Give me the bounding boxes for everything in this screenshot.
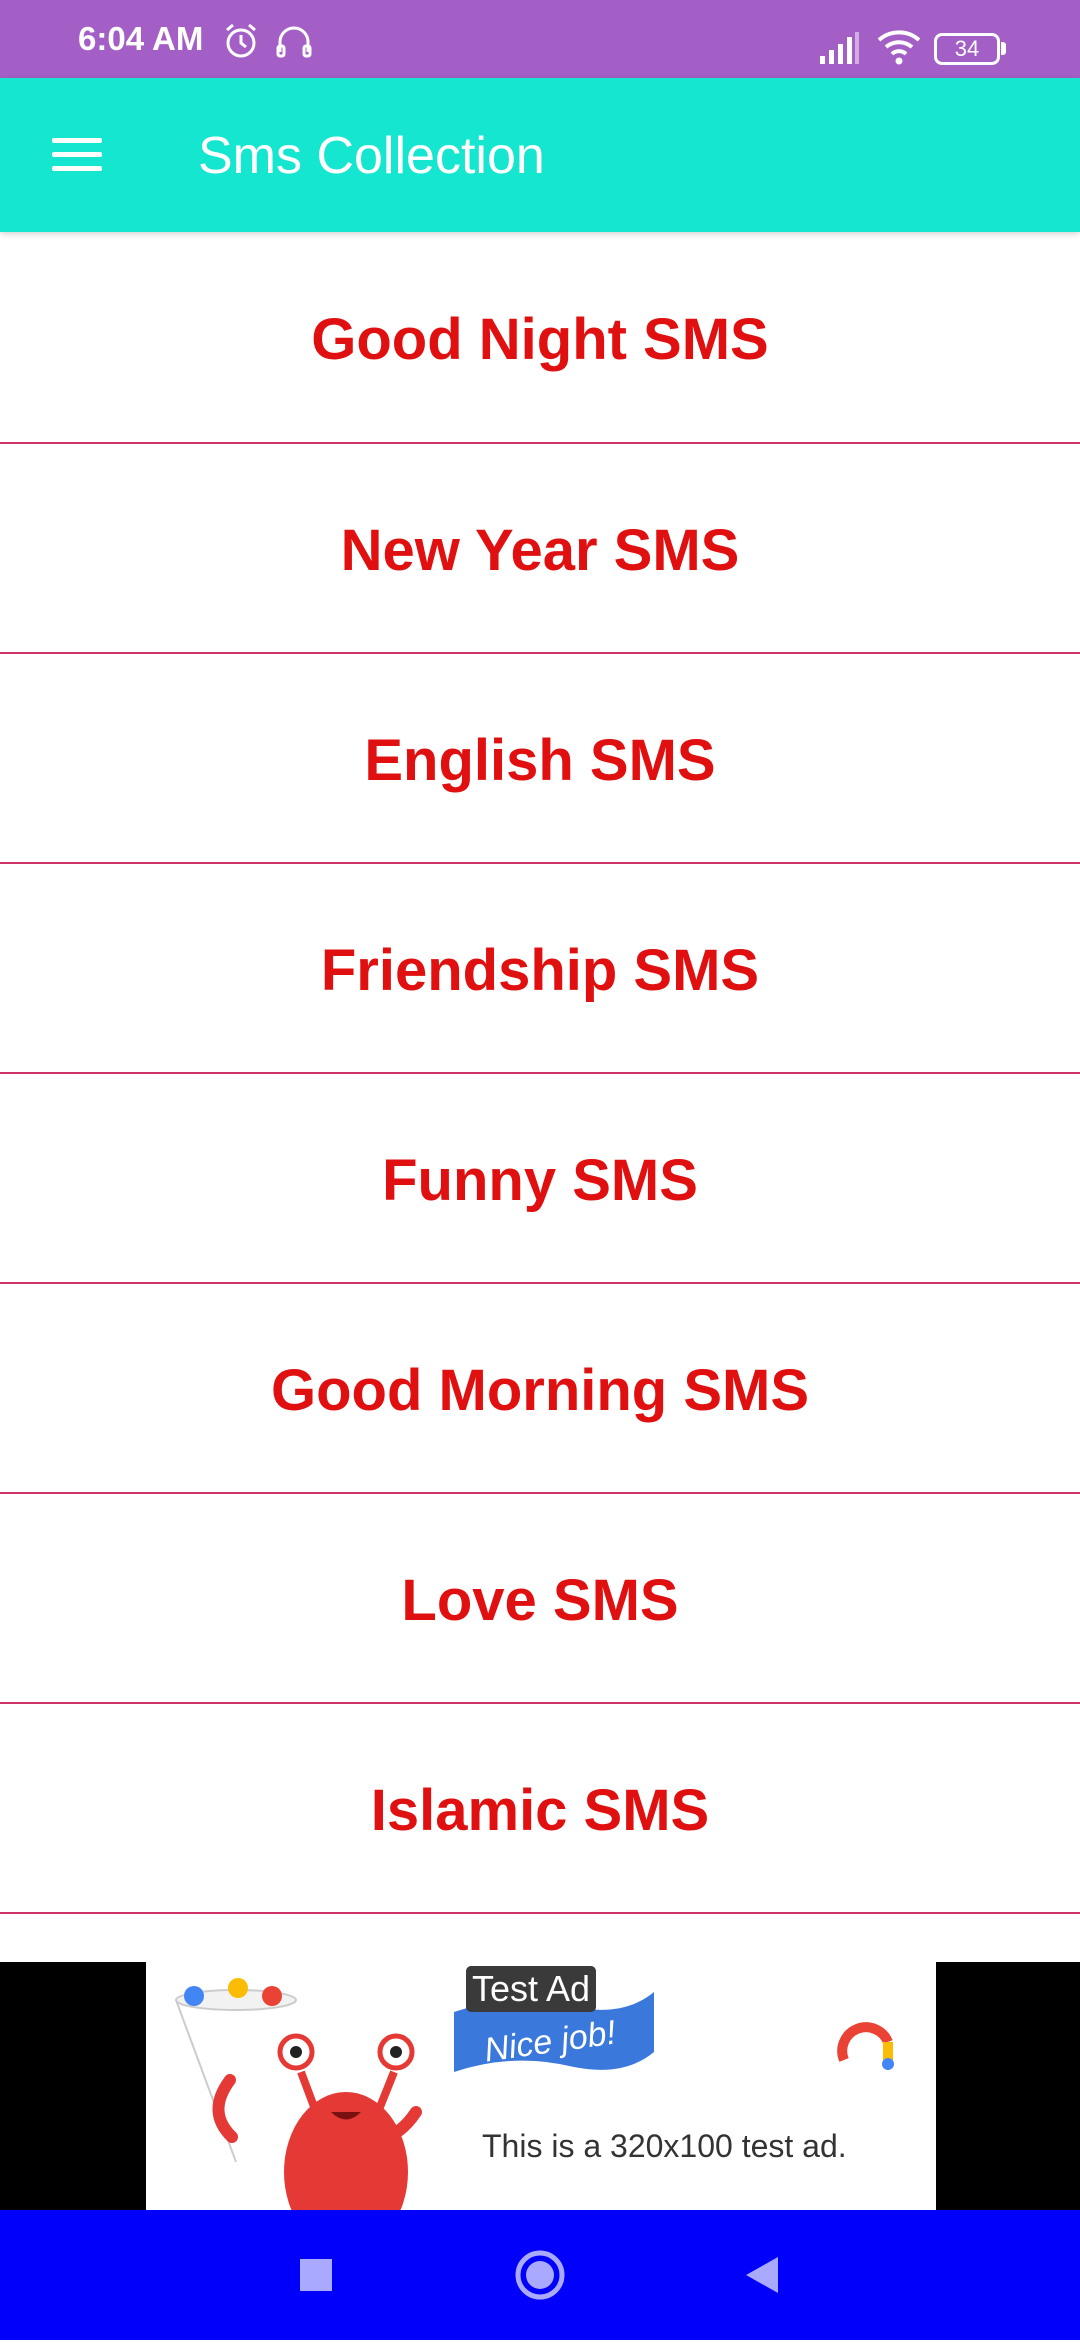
list-item-friendship[interactable]: Friendship SMS [0, 864, 1080, 1074]
home-button[interactable] [480, 2210, 600, 2340]
battery-indicator: 34 [934, 33, 1000, 65]
list-item-label: English SMS [364, 727, 716, 793]
back-triangle-icon [746, 2257, 778, 2293]
category-list: Good Night SMS New Year SMS English SMS … [0, 232, 1080, 1914]
list-item-label: Islamic SMS [370, 1777, 710, 1843]
alarm-icon [226, 23, 256, 58]
list-item-islamic[interactable]: Islamic SMS [0, 1704, 1080, 1914]
circle-icon [515, 2250, 565, 2300]
list-item-english[interactable]: English SMS [0, 654, 1080, 864]
square-icon [300, 2259, 332, 2291]
ad-banner[interactable]: Nice job! This is a 320x100 test ad. Tes… [0, 1962, 1080, 2210]
recents-button[interactable] [256, 2210, 376, 2340]
hamburger-menu-icon[interactable] [38, 122, 118, 192]
back-button[interactable] [700, 2210, 820, 2340]
navigation-bar [0, 2210, 1080, 2340]
ad-logo-icon [837, 2022, 894, 2070]
list-item-label: Friendship SMS [320, 937, 760, 1003]
list-item-new-year[interactable]: New Year SMS [0, 444, 1080, 654]
app-bar: Sms Collection [0, 78, 1080, 232]
list-item-label: Good Morning SMS [270, 1357, 810, 1423]
list-item-label: New Year SMS [340, 517, 740, 583]
wifi-icon [877, 30, 921, 65]
ad-mascot-illustration [175, 1978, 422, 2210]
ad-text: This is a 320x100 test ad. [482, 2128, 847, 2164]
ad-tag-badge: Test Ad [466, 1966, 597, 2012]
list-item-funny[interactable]: Funny SMS [0, 1074, 1080, 1284]
list-item-label: Funny SMS [382, 1147, 698, 1213]
app-title: Sms Collection [198, 127, 545, 185]
status-time: 6:04 AM [78, 20, 204, 57]
status-bar: 6:04 AM 34 [0, 0, 1080, 78]
list-item-good-morning[interactable]: Good Morning SMS [0, 1284, 1080, 1494]
list-item-good-night[interactable]: Good Night SMS [0, 232, 1080, 444]
battery-nub [1001, 42, 1006, 55]
headset-icon [276, 26, 312, 58]
list-item-label: Love SMS [401, 1567, 679, 1633]
list-item-love[interactable]: Love SMS [0, 1494, 1080, 1704]
list-item-label: Good Night SMS [311, 306, 769, 372]
signal-icon [820, 32, 859, 64]
